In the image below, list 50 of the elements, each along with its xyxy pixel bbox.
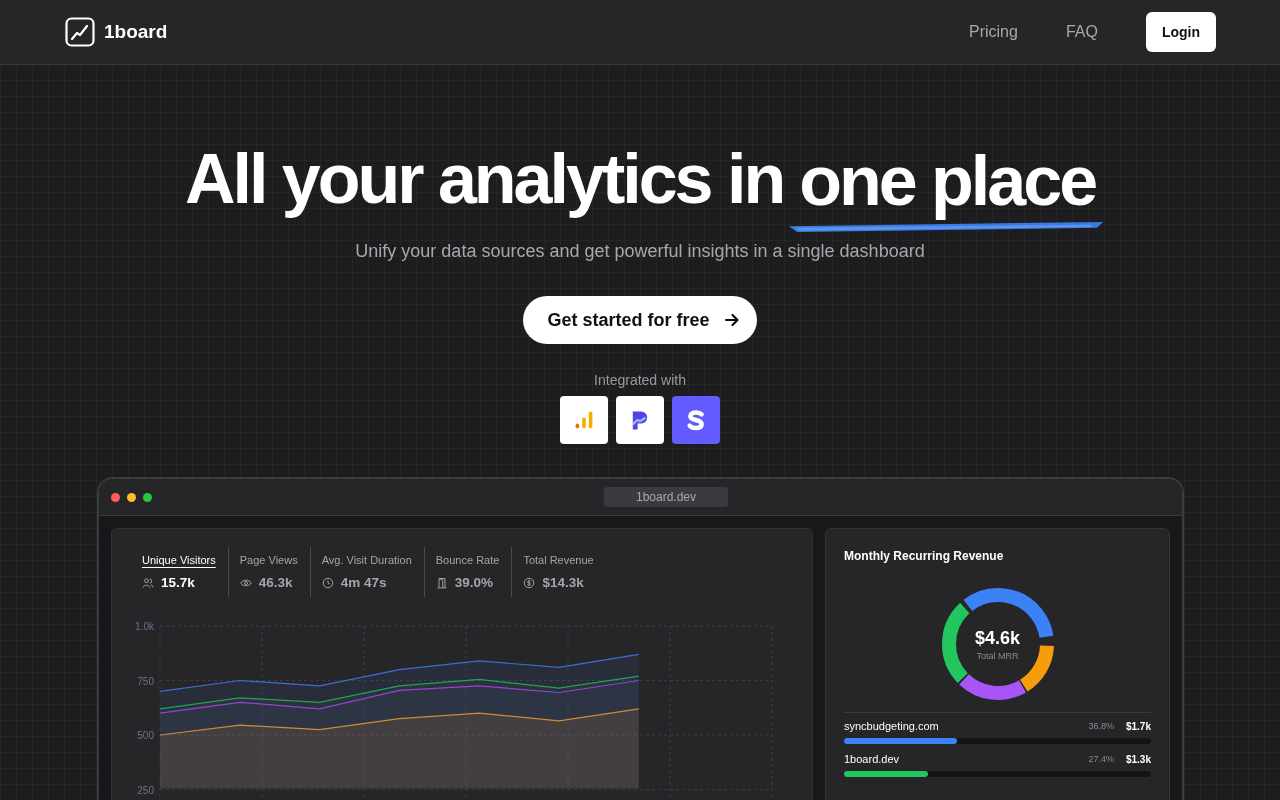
stat-label: Avg. Visit Duration	[321, 554, 412, 566]
stat-tab[interactable]: Page Views 46.3k	[227, 547, 310, 597]
cta-button[interactable]: Get started for free	[523, 296, 757, 344]
stat-tab[interactable]: Unique Visitors 15.7k	[132, 547, 228, 597]
stat-value: 39.0%	[454, 575, 494, 590]
stat-label: Unique Visitors	[142, 554, 216, 566]
stat-tab[interactable]: Avg. Visit Duration 4m 47s	[309, 547, 424, 597]
stat-value: $14.3k	[542, 575, 584, 590]
stat-label: Page Views	[239, 554, 298, 566]
site-name: syncbudgeting.com	[844, 720, 940, 732]
url-bar: 1board.dev	[604, 487, 728, 507]
stat-label: Bounce Rate	[435, 554, 500, 566]
stat-value: 46.3k	[258, 575, 293, 590]
stat-label: Total Revenue	[523, 554, 594, 566]
site-percent: 36.8%	[1088, 721, 1114, 731]
login-button[interactable]: Login	[1145, 12, 1216, 52]
door-icon	[435, 576, 448, 589]
users-icon	[142, 576, 154, 589]
hero-title-highlight: one place	[799, 141, 1096, 222]
y-tick-label: 1.0k	[135, 621, 154, 632]
stat-tab[interactable]: Total Revenue $14.3k	[511, 547, 606, 597]
maximize-dot	[143, 492, 152, 502]
y-tick-label: 250	[137, 784, 154, 796]
dollar-icon	[523, 576, 536, 589]
stat-tab[interactable]: Bounce Rate 39.0%	[423, 547, 512, 597]
total-value: $4.6k	[974, 627, 1020, 649]
site-amount: $1.3k	[1125, 753, 1151, 765]
clock-icon	[321, 576, 334, 589]
y-tick-label: 750	[137, 675, 154, 687]
total-label: Total MRR	[976, 650, 1019, 661]
stat-value: 15.7k	[161, 575, 195, 590]
y-tick-label: 500	[137, 730, 154, 741]
minimize-dot	[127, 492, 136, 502]
bar-chart-logo	[560, 396, 608, 444]
hero-title: All your analytics in	[184, 139, 784, 219]
hero-subtitle: Unify your data sources and get powerful insights in a single dashboard	[355, 241, 925, 262]
site-name: 1board.dev	[844, 753, 901, 765]
s-letter-logo	[672, 396, 720, 444]
integrated-label: Integrated with	[594, 372, 686, 388]
nav-link[interactable]: Pricing	[968, 23, 1018, 41]
site-amount: $1.7k	[1125, 720, 1151, 732]
brand-name: 1board	[104, 21, 168, 43]
logo-icon	[65, 17, 95, 47]
close-dot	[111, 492, 120, 502]
stat-value: 4m 47s	[340, 575, 387, 590]
card-title: Monthly Recurring Revenue	[844, 549, 1005, 563]
site-percent: 27.4%	[1088, 754, 1114, 764]
arrow-icon	[723, 312, 740, 328]
p-letter-logo	[616, 396, 664, 444]
nav-link[interactable]: FAQ	[1065, 23, 1098, 41]
